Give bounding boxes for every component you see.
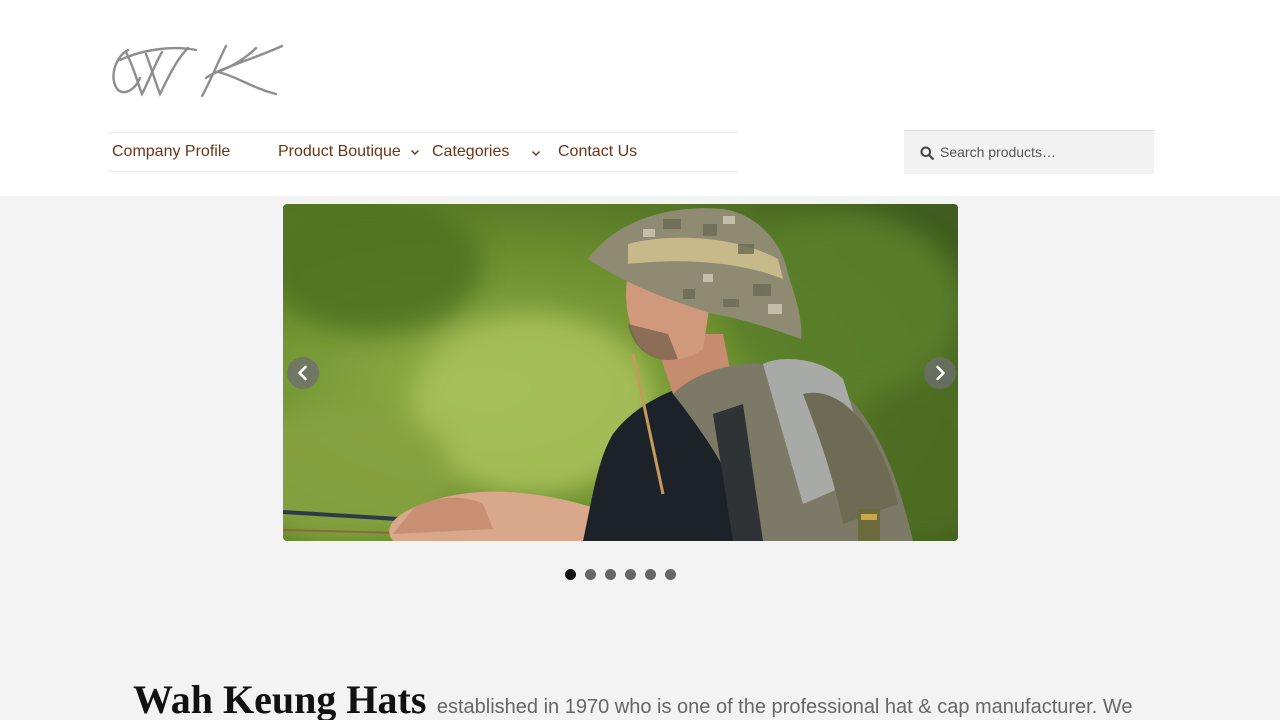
nav-item-label: Categories <box>432 143 510 160</box>
nav-item-company-profile[interactable]: Company Profile <box>112 133 230 171</box>
nav-item-contact-us[interactable]: Contact Us <box>558 133 637 171</box>
intro-paragraph: Wah Keung Hats established in 1970 who i… <box>133 676 1153 720</box>
nav-item-label: Product Boutique <box>278 143 401 160</box>
chevron-down-icon[interactable] <box>530 146 542 158</box>
slider-dot[interactable] <box>645 569 656 580</box>
slider-dot[interactable] <box>565 569 576 580</box>
search-icon <box>920 146 934 160</box>
search-input[interactable] <box>940 131 1145 173</box>
chevron-down-icon <box>409 146 421 158</box>
main-navigation: Company Profile Product Boutique Categor… <box>108 132 738 172</box>
slider-pagination <box>565 569 685 581</box>
intro-text: established in 1970 who is one of the pr… <box>436 696 1133 718</box>
chevron-left-icon <box>298 365 307 381</box>
brand-name: Wah Keung Hats <box>133 677 427 720</box>
chevron-right-icon <box>936 365 945 381</box>
slider-dot[interactable] <box>605 569 616 580</box>
slide-image <box>283 204 958 541</box>
site-header: Company Profile Product Boutique Categor… <box>0 0 1280 196</box>
slider-dot[interactable] <box>665 569 676 580</box>
slider-next-button[interactable] <box>924 357 956 389</box>
nav-item-label: Contact Us <box>558 143 638 160</box>
wk-monogram-logo <box>112 44 284 98</box>
nav-item-label: Company Profile <box>112 143 231 160</box>
slider-dot[interactable] <box>585 569 596 580</box>
site-logo[interactable] <box>106 38 286 102</box>
hero-slider <box>283 204 958 541</box>
slider-dot[interactable] <box>625 569 636 580</box>
product-search <box>904 130 1154 174</box>
slider-prev-button[interactable] <box>287 357 319 389</box>
nav-item-categories[interactable]: Categories <box>432 133 509 171</box>
nav-item-product-boutique[interactable]: Product Boutique <box>278 133 421 171</box>
